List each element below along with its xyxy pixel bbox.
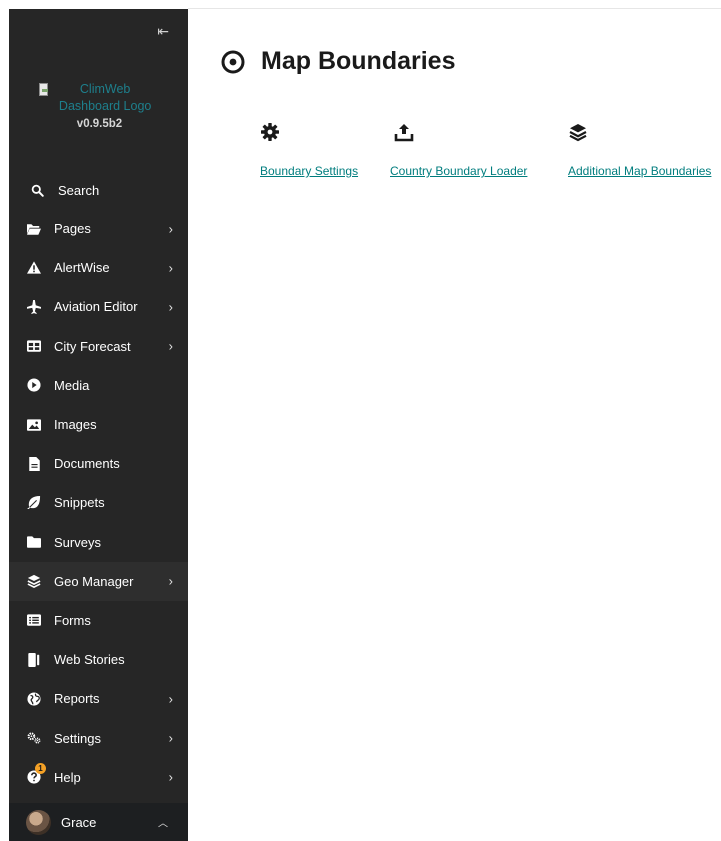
sidebar-item-settings[interactable]: Settings › [9, 718, 188, 757]
additional-map-boundaries-link[interactable]: Additional Map Boundaries [568, 164, 711, 178]
sidebar-item-surveys[interactable]: Surveys [9, 523, 188, 562]
list-alt-icon [27, 613, 41, 627]
layers-icon [27, 574, 41, 589]
header-divider [188, 8, 721, 9]
plane-icon [27, 299, 41, 314]
chevron-up-icon: ︿ [158, 818, 168, 830]
logo-block: ClimWeb Dashboard Logo v0.9.5b2 [9, 81, 188, 130]
sidebar-item-label: Pages [54, 221, 91, 237]
sidebar-item-city-forecast[interactable]: City Forecast › [9, 327, 188, 366]
sidebar-item-label: AlertWise [54, 260, 110, 276]
sidebar-item-label: Geo Manager [54, 573, 134, 589]
chevron-right-icon: › [168, 730, 173, 746]
upload-icon [394, 122, 414, 142]
avatar [26, 809, 51, 835]
sidebar-item-label: Forms [54, 612, 91, 628]
country-boundary-loader-link[interactable]: Country Boundary Loader [390, 164, 527, 178]
sidebar-item-geo-manager[interactable]: Geo Manager › [9, 561, 188, 601]
tile-additional-map-boundaries: Additional Map Boundaries [568, 122, 711, 178]
table-icon [27, 339, 41, 353]
sidebar-item-label: Images [54, 417, 97, 433]
sidebar-item-help[interactable]: 1 Help › [9, 758, 188, 797]
chevron-right-icon: › [168, 691, 173, 707]
sidebar-item-documents[interactable]: Documents [9, 444, 188, 483]
sidebar-item-web-stories[interactable]: Web Stories [9, 640, 188, 679]
image-icon [27, 418, 41, 432]
version-label: v0.9.5b2 [76, 118, 123, 130]
play-circle-icon [27, 378, 41, 392]
chevron-right-icon: › [168, 769, 173, 785]
layers-icon [568, 122, 588, 142]
tile-boundary-settings: Boundary Settings [260, 122, 358, 178]
sidebar-item-snippets[interactable]: Snippets [9, 483, 188, 522]
search-icon [30, 184, 44, 197]
user-account-button[interactable]: Grace ︿ [9, 803, 188, 841]
sidebar-item-pages[interactable]: Pages › [9, 209, 188, 248]
book-icon [27, 652, 41, 667]
sidebar-item-label: City Forecast [54, 338, 131, 354]
notification-badge: 1 [35, 762, 46, 774]
eye-icon [221, 50, 245, 74]
sidebar-item-label: Web Stories [54, 652, 125, 668]
page-title: Map Boundaries [261, 47, 456, 75]
collapse-sidebar-button[interactable]: ⇤ [157, 23, 169, 40]
warning-icon [27, 261, 41, 275]
chevron-right-icon: › [168, 260, 173, 276]
logo-alt-text: ClimWeb Dashboard Logo [58, 82, 152, 113]
sidebar-item-label: Reports [54, 691, 100, 707]
sidebar-menu: Search Pages › AlertWise › Aviation Edit… [9, 171, 188, 797]
sidebar-item-label: Documents [54, 456, 120, 472]
folder-open-icon [27, 222, 41, 236]
chevron-right-icon: › [168, 299, 173, 315]
sidebar-item-label: Surveys [54, 534, 101, 550]
sidebar-item-label: Aviation Editor [54, 299, 138, 315]
sidebar-item-aviation-editor[interactable]: Aviation Editor › [9, 287, 188, 326]
sidebar-item-images[interactable]: Images [9, 405, 188, 444]
sidebar: ⇤ ClimWeb Dashboard Logo v0.9.5b2 Search… [9, 9, 188, 841]
sidebar-item-media[interactable]: Media [9, 366, 188, 405]
sidebar-item-label: Media [54, 377, 90, 393]
sidebar-item-reports[interactable]: Reports › [9, 679, 188, 718]
chevron-right-icon: › [168, 338, 173, 354]
sidebar-item-label: Settings [54, 730, 101, 746]
cogs-icon [27, 731, 41, 745]
sidebar-item-alertwise[interactable]: AlertWise › [9, 248, 188, 287]
chevron-right-icon: › [168, 573, 173, 589]
sidebar-search[interactable]: Search [9, 171, 188, 209]
sidebar-item-label: Snippets [54, 495, 105, 511]
sidebar-search-label: Search [58, 182, 100, 198]
page-header: Map Boundaries [221, 47, 455, 76]
gear-icon [260, 122, 280, 142]
globe-icon [27, 692, 41, 706]
document-icon [27, 456, 41, 471]
boundary-settings-link[interactable]: Boundary Settings [260, 164, 358, 178]
sidebar-item-label: Help [54, 769, 81, 785]
main-content: Map Boundaries Boundary Settings Country… [188, 0, 721, 841]
chevron-right-icon: › [168, 221, 173, 237]
leaf-icon [27, 496, 41, 510]
folder-icon [27, 535, 41, 549]
tile-country-boundary-loader: Country Boundary Loader [390, 122, 527, 178]
user-name: Grace [61, 814, 97, 830]
broken-image-icon [38, 83, 48, 96]
sidebar-item-forms[interactable]: Forms [9, 601, 188, 640]
dashboard-logo[interactable]: ClimWeb Dashboard Logo [38, 81, 159, 115]
app-root: ⇤ ClimWeb Dashboard Logo v0.9.5b2 Search… [0, 0, 721, 841]
